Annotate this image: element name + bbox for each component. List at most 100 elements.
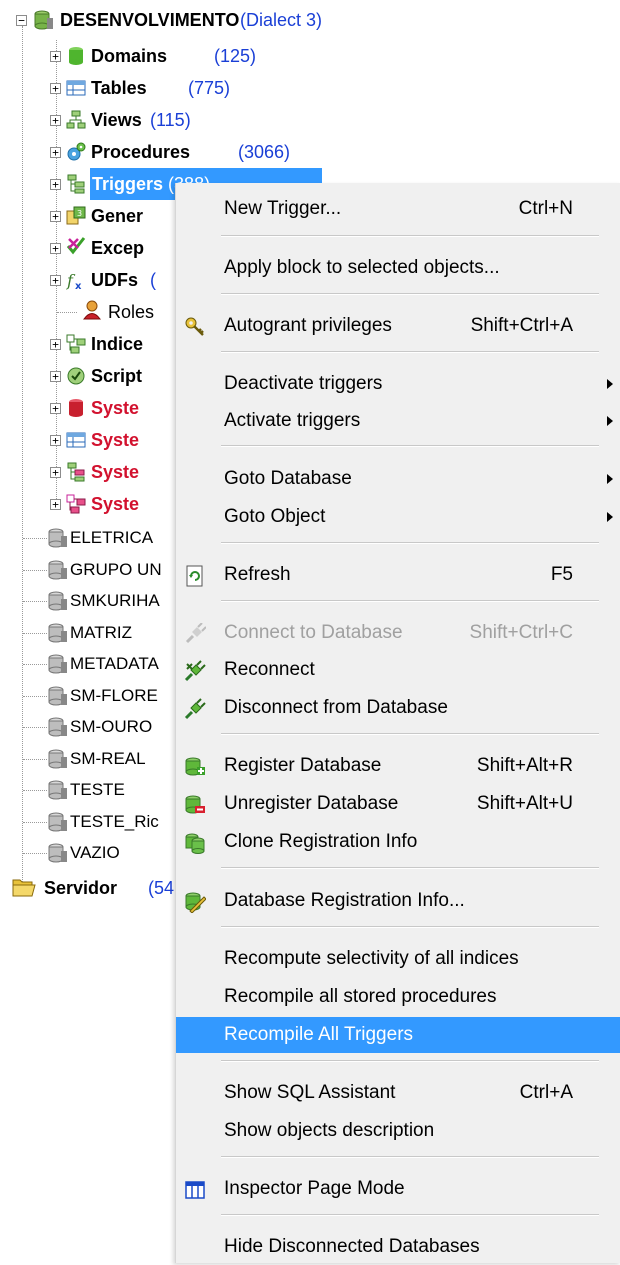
expand-icon[interactable]: +	[50, 275, 61, 286]
menu-item-unregister-database[interactable]: Unregister Database Shift+Alt+U	[176, 786, 620, 822]
table-icon	[66, 80, 86, 96]
menu-label: Disconnect from Database	[224, 697, 448, 718]
node-label: Tables	[91, 78, 147, 98]
expand-icon[interactable]: +	[50, 339, 61, 350]
tree-line	[22, 26, 23, 886]
database-icon	[48, 749, 67, 768]
menu-item-hide-disconnected[interactable]: Hide Disconnected Databases	[176, 1229, 620, 1265]
menu-item-recompile-triggers[interactable]: Recompile All Triggers	[176, 1017, 620, 1053]
menu-separator	[221, 1214, 599, 1216]
menu-item-show-objects-description[interactable]: Show objects description	[176, 1113, 620, 1149]
menu-item-refresh[interactable]: Refresh F5	[176, 557, 620, 593]
node-label: Views	[91, 110, 142, 130]
menu-label: Register Database	[224, 755, 382, 776]
submenu-arrow-icon	[607, 474, 613, 484]
menu-item-goto-database[interactable]: Goto Database	[176, 461, 620, 497]
submenu-arrow-icon	[607, 512, 613, 522]
expand-icon[interactable]: +	[50, 83, 61, 94]
tree-line	[23, 758, 47, 760]
menu-shortcut: F5	[550, 564, 573, 585]
menu-item-recompile-procedures[interactable]: Recompile all stored procedures	[176, 979, 620, 1015]
server-count: (54	[148, 878, 175, 898]
menu-separator	[221, 1060, 599, 1062]
menu-shortcut: Shift+Ctrl+A	[470, 315, 573, 336]
menu-shortcut: Ctrl+A	[519, 1082, 573, 1103]
menu-separator	[221, 926, 599, 928]
udf-icon: fx	[66, 271, 82, 290]
submenu-arrow-icon	[607, 416, 613, 426]
expand-icon[interactable]: +	[50, 403, 61, 414]
expand-icon[interactable]: +	[50, 243, 61, 254]
node-label: ELETRICA	[70, 528, 154, 547]
trigger-icon	[67, 174, 85, 194]
tree-line	[23, 632, 47, 634]
menu-item-disconnect[interactable]: Disconnect from Database	[176, 690, 620, 726]
menu-label: Autogrant privileges	[224, 315, 392, 336]
view-icon	[66, 110, 86, 129]
expand-icon[interactable]: +	[50, 499, 61, 510]
menu-item-clone-registration[interactable]: Clone Registration Info	[176, 824, 620, 860]
database-icon	[48, 560, 67, 579]
menu-separator	[221, 235, 599, 237]
tree-line	[23, 569, 47, 571]
menu-separator	[221, 600, 599, 602]
expand-icon[interactable]: +	[50, 371, 61, 382]
node-label: GRUPO UN	[70, 559, 162, 579]
node-label: Syste	[91, 462, 140, 482]
expand-icon[interactable]: +	[50, 147, 61, 158]
menu-item-deactivate-triggers[interactable]: Deactivate triggers	[176, 366, 620, 402]
reconnect-plug-icon	[184, 660, 206, 682]
menu-label: Reconnect	[224, 659, 315, 680]
menu-item-new-trigger[interactable]: New Trigger... Ctrl+N	[176, 191, 620, 227]
menu-item-recompute-selectivity[interactable]: Recompute selectivity of all indices	[176, 941, 620, 977]
expand-icon[interactable]: +	[50, 211, 61, 222]
node-label: TESTE_Ric	[70, 811, 159, 831]
menu-label: New Trigger...	[224, 198, 342, 219]
menu-item-goto-object[interactable]: Goto Object	[176, 499, 620, 535]
node-label: Domains	[91, 46, 168, 66]
menu-separator	[221, 1156, 599, 1158]
tree-line	[23, 853, 47, 854]
node-label: Triggers	[92, 174, 164, 194]
menu-separator	[221, 867, 599, 869]
tree-line	[23, 695, 47, 697]
tree-line	[57, 312, 77, 313]
system-trigger-icon	[67, 462, 85, 482]
expand-icon[interactable]: +	[50, 115, 61, 126]
database-icon	[48, 528, 67, 548]
procedure-icon	[67, 142, 86, 161]
node-label: Script	[91, 366, 143, 386]
context-menu: New Trigger... Ctrl+N Apply block to sel…	[175, 183, 620, 1263]
node-label: Syste	[91, 494, 140, 514]
menu-item-database-registration-info[interactable]: Database Registration Info...	[176, 883, 620, 919]
roles-icon	[83, 300, 101, 320]
menu-item-reconnect[interactable]: Reconnect	[176, 652, 620, 688]
menu-item-inspector-page-mode[interactable]: Inspector Page Mode	[176, 1171, 620, 1207]
menu-separator	[221, 733, 599, 735]
menu-label: Unregister Database	[224, 793, 399, 814]
menu-item-autogrant[interactable]: Autogrant privileges Shift+Ctrl+A	[176, 308, 620, 344]
expand-icon[interactable]: +	[50, 435, 61, 446]
node-count: (115)	[150, 110, 191, 130]
expand-icon[interactable]: +	[50, 467, 61, 478]
menu-shortcut: Ctrl+N	[518, 198, 573, 219]
collapse-icon[interactable]: −	[16, 15, 27, 26]
keys-icon	[185, 317, 204, 336]
node-label: TESTE	[70, 780, 125, 799]
domain-icon	[69, 47, 83, 65]
node-label: SM-REAL	[70, 748, 146, 768]
menu-item-show-sql-assistant[interactable]: Show SQL Assistant Ctrl+A	[176, 1075, 620, 1111]
node-label: MATRIZ	[70, 622, 133, 642]
node-label: Syste	[91, 430, 140, 450]
index-icon	[66, 334, 86, 354]
system-domain-icon	[69, 399, 83, 417]
menu-item-activate-triggers[interactable]: Activate triggers	[176, 403, 620, 439]
expand-icon[interactable]: +	[50, 179, 61, 190]
menu-item-register-database[interactable]: Register Database Shift+Alt+R	[176, 748, 620, 784]
expand-icon[interactable]: +	[50, 51, 61, 62]
menu-separator	[221, 542, 599, 544]
node-label: Syste	[91, 398, 140, 418]
generator-icon: 3	[66, 206, 86, 225]
menu-item-connect-database[interactable]: Connect to Database Shift+Ctrl+C	[176, 615, 620, 651]
menu-item-apply-block[interactable]: Apply block to selected objects...	[176, 250, 620, 286]
